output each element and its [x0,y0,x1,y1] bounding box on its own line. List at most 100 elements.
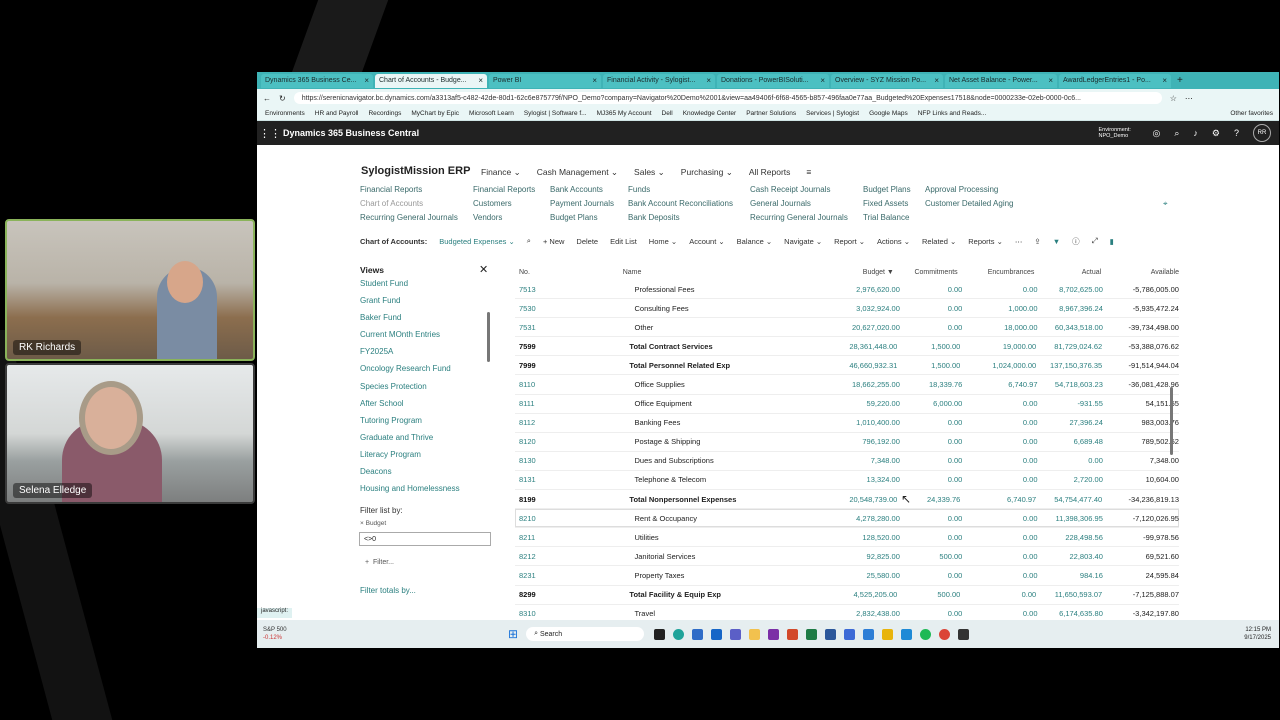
share-icon[interactable]: ⇪ [1034,237,1040,246]
view-item[interactable]: Graduate and Thrive [360,429,492,446]
account-number[interactable]: 8231 [515,571,620,580]
menu-link[interactable]: Budget Plans [863,185,925,196]
column-header[interactable]: Commitments [894,269,957,276]
hamburger-icon[interactable]: ≡ [806,167,811,178]
actual-cell[interactable]: 11,398,306.95 [1038,514,1102,523]
menu-link[interactable]: Financial Reports [473,185,550,196]
favorite-link[interactable]: Microsoft Learn [469,110,514,117]
menu-link[interactable]: Payment Journals [550,199,628,210]
commitments-cell[interactable]: 0.00 [900,571,963,580]
favorites-star-icon[interactable]: ☆ [1170,94,1177,103]
table-row[interactable]: 8120 Postage & Shipping 796,192.00 0.00 0.00… [515,433,1179,452]
budget-cell[interactable]: 2,976,620.00 [836,285,900,294]
commitments-cell[interactable]: 0.00 [900,475,963,484]
browser-tab[interactable]: Net Asset Balance - Power... × [945,73,1057,88]
commitments-cell[interactable]: 6,000.00 [900,399,962,408]
search-icon[interactable]: ⌕ [527,236,531,246]
account-number[interactable]: 8211 [515,533,620,542]
grid-scrollbar[interactable] [1170,387,1173,455]
menu-link[interactable]: Recurring General Journals [750,213,863,224]
actual-cell[interactable]: 11,650,593.07 [1036,590,1102,599]
close-icon[interactable]: × [706,76,711,85]
app-launcher-icon[interactable]: ⋮⋮ [257,127,283,140]
table-row[interactable]: 8210 Rent & Occupancy 4,278,280.00 0.00 0.00… [515,509,1179,529]
budget-cell[interactable]: 796,192.00 [836,437,900,446]
favorite-link[interactable]: Partner Solutions [746,110,796,117]
actual-cell[interactable]: 0.00 [1038,456,1103,465]
actual-cell[interactable]: 22,803.40 [1038,552,1103,561]
budget-cell[interactable]: 59,220.00 [836,399,900,408]
action-related[interactable]: Related ⌄ [922,237,956,246]
actual-cell[interactable]: 81,729,024.62 [1036,342,1102,351]
action-navigate[interactable]: Navigate ⌄ [784,237,822,246]
account-number[interactable]: 8310 [515,609,620,618]
favorite-link[interactable]: Other favorites [1230,110,1279,117]
encumbrances-cell[interactable]: 0.00 [962,418,1038,427]
favorite-link[interactable]: MyChart by Epic [411,110,459,117]
actual-cell[interactable]: 8,702,625.00 [1038,285,1103,294]
copilot-icon[interactable]: ◎ [1153,128,1161,139]
budget-cell[interactable]: 1,010,400.00 [836,418,900,427]
table-row-total[interactable]: 8299 Total Facility & Equip Exp 4,525,205.… [515,586,1179,605]
account-number[interactable]: 8299 [515,590,621,599]
actual-cell[interactable]: 137,150,376.35 [1036,361,1102,370]
back-icon[interactable]: ← [263,94,271,103]
table-row[interactable]: 8110 Office Supplies 18,662,255.00 18,339.7… [515,375,1179,395]
close-icon[interactable]: × [478,76,483,85]
favorite-link[interactable]: Environments [265,110,305,117]
views-scrollbar[interactable] [487,312,490,362]
view-item[interactable]: Housing and Homelessness [360,480,492,497]
encumbrances-cell[interactable]: 0.00 [962,437,1038,446]
menu-link[interactable]: Vendors [473,213,550,224]
menu-link[interactable]: Customers [473,199,550,210]
edge-icon[interactable] [673,628,685,640]
column-header[interactable]: Encumbrances [958,269,1035,276]
encumbrances-cell[interactable]: 6,740.97 [962,380,1037,389]
actual-cell[interactable]: 54,718,603.23 [1038,380,1103,389]
filter-icon[interactable]: ▼ [1053,237,1060,246]
filter-totals-link[interactable]: Filter totals by... [360,586,416,595]
view-item[interactable]: Deacons [360,463,492,480]
actual-cell[interactable]: 8,967,396.24 [1038,304,1103,313]
action-balance[interactable]: Balance ⌄ [737,237,772,246]
close-icon[interactable]: × [364,76,369,85]
commitments-cell[interactable]: 0.00 [900,285,963,294]
action-home[interactable]: Home ⌄ [649,237,677,246]
encumbrances-cell[interactable]: 1,024,000.00 [960,361,1036,370]
account-number[interactable]: 7530 [515,304,620,313]
favorite-link[interactable]: Recordings [368,110,401,117]
column-header[interactable]: Actual [1034,269,1101,276]
encumbrances-cell[interactable]: 18,000.00 [962,323,1037,332]
table-row-total[interactable]: 8199 Total Nonpersonnel Expenses 20,548,73… [515,490,1179,510]
account-number[interactable]: 8112 [515,418,620,427]
commitments-cell[interactable]: 500.00 [897,590,960,599]
favorite-link[interactable]: Services | Sylogist [806,110,859,117]
budget-cell[interactable]: 92,825.00 [836,552,900,561]
bookmark-icon[interactable]: ▮ [1110,237,1114,246]
table-row[interactable]: 8211 Utilities 128,520.00 0.00 0.00 228,498.5… [515,528,1179,548]
account-number[interactable]: 8110 [515,380,620,389]
actual-cell[interactable]: 27,396.24 [1038,418,1103,427]
search-icon[interactable]: ⌕ [1174,128,1179,139]
favorite-link[interactable]: Sylogist | Software f... [524,110,587,117]
encumbrances-cell[interactable]: 0.00 [962,571,1038,580]
close-icon[interactable]: × [592,76,597,85]
menu-link[interactable]: Approval Processing [925,185,1035,196]
view-item[interactable]: Tutoring Program [360,412,492,429]
account-number[interactable]: 7999 [515,361,621,370]
budget-cell[interactable]: 13,324.00 [836,475,900,484]
budget-cell[interactable]: 46,660,932.31 [832,361,897,370]
budget-cell[interactable]: 28,361,448.00 [832,342,897,351]
view-item[interactable]: Oncology Research Fund [360,360,492,377]
commitments-cell[interactable]: 0.00 [900,418,963,427]
close-icon[interactable]: × [1162,76,1167,85]
table-row[interactable]: 8130 Dues and Subscriptions 7,348.00 0.00 0.… [515,452,1179,471]
favorite-link[interactable]: Knowledge Center [683,110,736,117]
expand-icon[interactable]: ⤢ [1092,236,1098,246]
more-icon[interactable]: ⋯ [1015,237,1023,246]
account-number[interactable]: 7599 [515,342,621,351]
account-number[interactable]: 7531 [515,323,620,332]
budget-cell[interactable]: 3,032,924.00 [836,304,900,313]
taskbar-clock[interactable]: 12:15 PM 9/17/2025 [1244,626,1279,642]
menu-link[interactable]: Bank Accounts [550,185,628,196]
